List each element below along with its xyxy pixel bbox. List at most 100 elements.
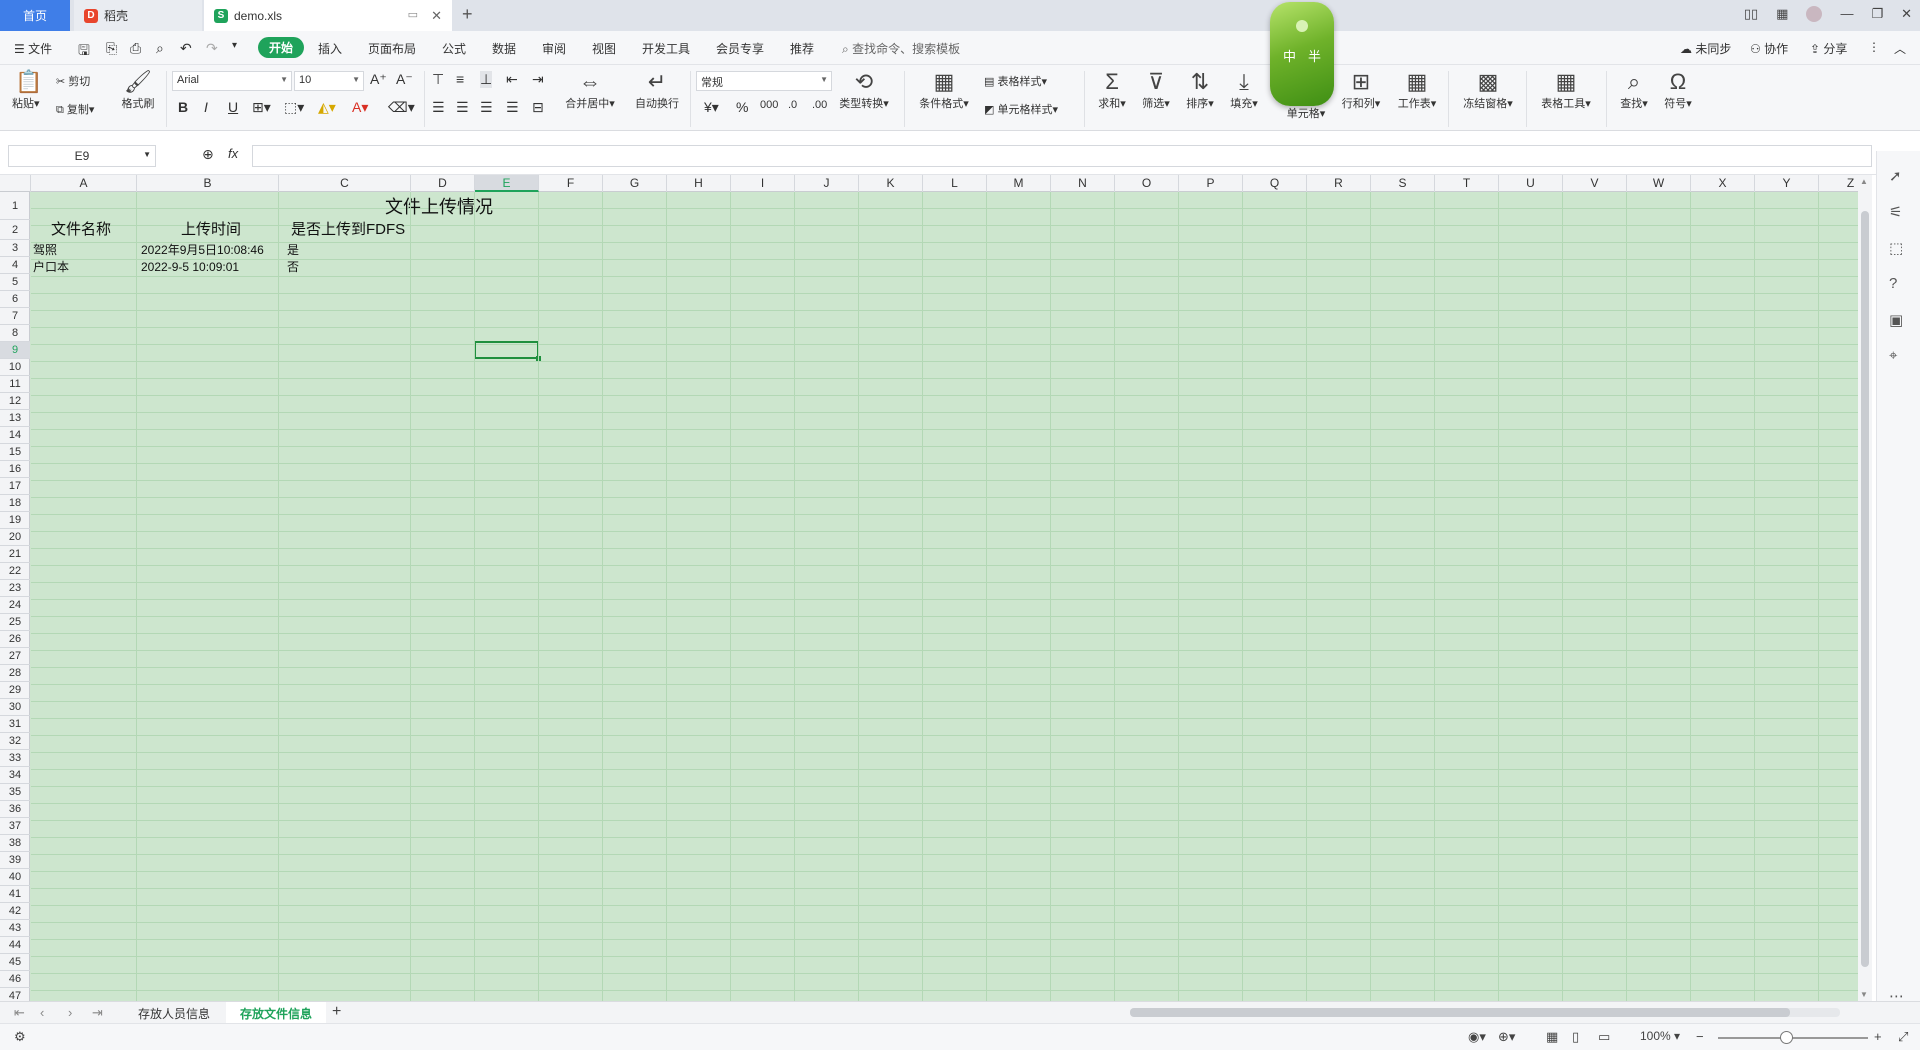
vertical-scroll-thumb[interactable] [1861,211,1869,967]
location-icon[interactable]: ⌖ [1889,347,1897,364]
find-button[interactable]: ⌕ 查找▾ [1616,69,1652,111]
font-size-select[interactable]: 10 ▼ [294,71,364,91]
sum-button[interactable]: Σ 求和▾ [1094,69,1130,111]
thousands-icon[interactable]: 000 [760,99,778,111]
cell-b2[interactable]: 上传时间 [181,221,241,239]
row-header[interactable]: 43 [0,920,30,937]
row-header[interactable]: 18 [0,495,30,512]
collab-button[interactable]: ⚇ 协作 [1750,40,1788,57]
highlight-icon[interactable]: ◭▾ [318,99,336,116]
tab-member[interactable]: 会员专享 [716,40,764,57]
column-header[interactable]: L [923,175,987,192]
column-header[interactable]: W [1627,175,1691,192]
cell-c3[interactable]: 是 [287,242,299,258]
cell-a3[interactable]: 驾照 [33,242,57,258]
increase-font-icon[interactable]: A⁺ [370,71,387,88]
sheet-tab-people[interactable]: 存放人员信息 [124,1002,224,1024]
column-header[interactable]: X [1691,175,1755,192]
new-tab-icon[interactable]: + [462,4,473,25]
column-header[interactable]: Q [1243,175,1307,192]
column-header[interactable]: E [475,175,539,192]
row-header[interactable]: 33 [0,750,30,767]
type-convert-button[interactable]: ⟲ 类型转换▾ [836,69,892,111]
row-header[interactable]: 42 [0,903,30,920]
row-header[interactable]: 24 [0,597,30,614]
distribute-icon[interactable]: ⊟ [532,99,544,116]
decrease-decimal-icon[interactable]: .00 [812,99,827,111]
column-header[interactable]: U [1499,175,1563,192]
ime-widget[interactable]: 中 半 [1270,2,1334,106]
align-center-icon[interactable]: ☰ [456,99,469,116]
row-header[interactable]: 34 [0,767,30,784]
tab-recommend[interactable]: 推荐 [790,40,814,57]
cell-c4[interactable]: 否 [287,259,299,275]
close-window-icon[interactable]: ✕ [1901,6,1912,22]
row-header[interactable]: 20 [0,529,30,546]
restore-icon[interactable]: ❐ [1871,6,1883,22]
row-header[interactable]: 1 [0,192,30,220]
column-header[interactable]: P [1179,175,1243,192]
file-menu[interactable]: ☰ 文件 [14,40,52,57]
cell-b4[interactable]: 2022-9-5 10:09:01 [141,259,239,275]
cell-a2[interactable]: 文件名称 [51,221,111,239]
row-header[interactable]: 44 [0,937,30,954]
column-header[interactable]: K [859,175,923,192]
sync-status[interactable]: ☁ 未同步 [1680,40,1731,57]
cell-b3[interactable]: 2022年9月5日10:08:46 [141,242,264,258]
worksheet-button[interactable]: ▦ 工作表▾ [1394,69,1440,111]
collapse-ribbon-icon[interactable]: ︿ [1894,40,1906,57]
column-header[interactable]: T [1435,175,1499,192]
copy-button[interactable]: ⧉ 复制▾ [56,101,94,117]
increase-decimal-icon[interactable]: .0 [788,99,797,111]
fullscreen-icon[interactable]: ⤢ [1898,1029,1908,1045]
tab-home[interactable]: 首页 [0,0,70,31]
image-icon[interactable]: ▣ [1889,311,1903,329]
zoom-slider[interactable] [1718,1037,1868,1039]
first-sheet-icon[interactable]: ⇤ [14,1005,25,1021]
bold-icon[interactable]: B [178,99,188,115]
cell-style-button[interactable]: ◩ 单元格样式▾ [984,101,1058,117]
font-name-select[interactable]: Arial ▼ [172,71,292,91]
cell-fill-icon[interactable]: ⬚▾ [284,99,304,116]
row-header[interactable]: 12 [0,393,30,410]
sort-button[interactable]: ⇅ 排序▾ [1182,69,1218,111]
row-header[interactable]: 30 [0,699,30,716]
column-header[interactable]: G [603,175,667,192]
help-icon[interactable]: ? [1889,275,1897,292]
tab-view[interactable]: 视图 [592,40,616,57]
paste-button[interactable]: 📋 粘贴▾ [12,69,46,111]
last-sheet-icon[interactable]: ⇥ [92,1005,103,1021]
align-right-icon[interactable]: ☰ [480,99,493,116]
tab-review[interactable]: 审阅 [542,40,566,57]
row-header[interactable]: 41 [0,886,30,903]
tab-demo-file[interactable]: S demo.xls ▭ ✕ [204,0,452,31]
format-painter-button[interactable]: 🖌 格式刷 [118,69,158,111]
undo-icon[interactable]: ↶ [180,40,192,57]
fx-icon[interactable]: fx [228,146,238,161]
normal-view-icon[interactable]: ▦ [1546,1029,1558,1045]
cursor-icon[interactable]: ➚ [1889,167,1902,185]
row-header[interactable]: 3 [0,240,30,257]
row-header[interactable]: 40 [0,869,30,886]
cell-a4[interactable]: 户口本 [33,259,69,275]
column-header[interactable]: R [1307,175,1371,192]
horizontal-scrollbar[interactable] [1130,1008,1840,1017]
scroll-down-icon[interactable]: ▼ [1860,990,1868,999]
align-bottom-icon[interactable]: ⊥ [480,71,493,88]
row-col-button[interactable]: ⊞ 行和列▾ [1338,69,1384,111]
eraser-icon[interactable]: ⌫▾ [388,99,415,116]
column-header[interactable]: S [1371,175,1435,192]
vertical-scrollbar[interactable]: ▲ ▼ [1858,175,1872,1001]
scroll-up-icon[interactable]: ▲ [1860,177,1868,186]
zoom-level[interactable]: 100% ▾ [1640,1029,1680,1043]
row-header[interactable]: 35 [0,784,30,801]
layout-icon[interactable]: ▯▯ [1744,6,1758,22]
close-tab-icon[interactable]: ✕ [431,8,442,24]
column-header[interactable]: N [1051,175,1115,192]
avatar[interactable] [1806,6,1823,22]
language-icon[interactable]: ⊕▾ [1498,1029,1515,1045]
table-tools-button[interactable]: ▦ 表格工具▾ [1536,69,1596,111]
indent-decrease-icon[interactable]: ⇤ [506,71,518,88]
cut-button[interactable]: ✂ 剪切 [56,73,90,89]
border-icon[interactable]: ⊞▾ [252,99,271,116]
